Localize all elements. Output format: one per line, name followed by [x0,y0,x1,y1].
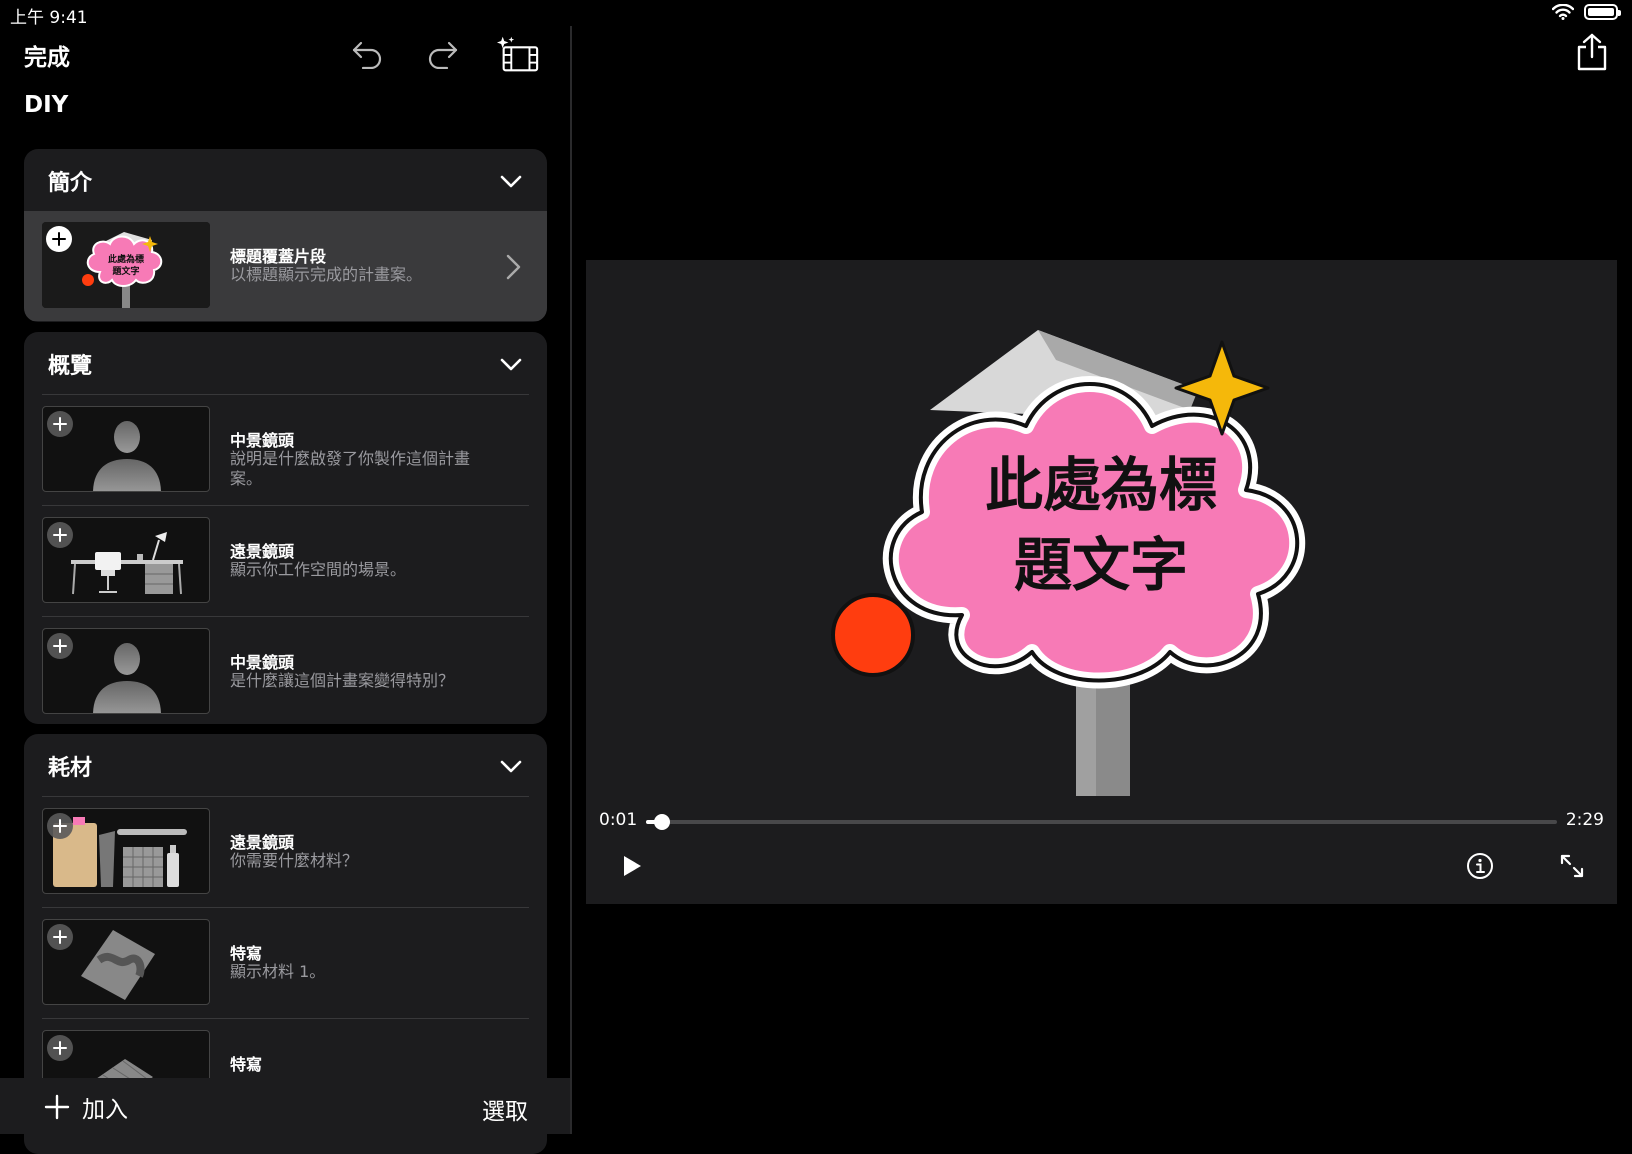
magic-movie-icon [496,36,539,72]
add-clip-button[interactable] [47,924,73,950]
section-header-overview[interactable]: 概覽 [24,332,547,394]
magic-movie-button[interactable] [496,32,540,76]
add-clip-button[interactable] [46,226,72,252]
add-clip-button[interactable] [47,522,73,548]
section-title: 概覽 [48,354,93,379]
clip-title: 特寫 [230,944,263,963]
playback-controls: 0:01 2:29 [586,796,1617,904]
clip-row-closeup-1[interactable]: 特寫 顯示材料 1。 [24,908,547,1018]
clip-row-medium-shot[interactable]: 中景鏡頭 說明是什麼啟發了你製作這個計畫案。 [24,395,547,505]
svg-text:此處為標: 此處為標 [108,253,144,265]
total-time: 2:29 [1565,810,1604,830]
redo-icon [428,41,458,69]
clip-row-supplies-wide[interactable]: 遠景鏡頭 你需要什麼材料？ [24,797,547,907]
chevron-down-icon [500,175,522,188]
clip-description: 以標題顯示完成的計畫案。 [230,265,423,284]
add-clip-button[interactable] [47,411,73,437]
undo-icon [352,41,382,69]
plus-icon [53,417,67,431]
clip-title: 遠景鏡頭 [230,833,295,852]
clip-title: 中景鏡頭 [230,431,295,450]
status-indicators [1552,4,1621,20]
plus-icon [44,1094,70,1120]
add-label: 加入 [82,1097,128,1123]
scrubber-knob[interactable] [654,814,670,830]
clip-thumbnail [42,628,210,714]
add-clip-button[interactable] [47,633,73,659]
done-button[interactable]: 完成 [24,38,70,72]
plus-icon [53,528,67,542]
clip-row-wide-shot[interactable]: 遠景鏡頭 顯示你工作空間的場景。 [24,506,547,616]
chevron-down-icon [500,760,522,773]
plus-icon [52,232,66,246]
play-button[interactable] [612,846,652,886]
status-bar: 上午 9:41 [0,0,1632,28]
title-card-preview: 此處為標 題文字 [831,330,1306,796]
status-time: 上午 9:41 [10,8,88,28]
fullscreen-button[interactable] [1552,846,1592,886]
clip-row-medium-shot-2[interactable]: 中景鏡頭 是什麼讓這個計畫案變得特別？ [24,617,547,724]
section-title: 簡介 [48,171,93,196]
split-divider[interactable] [570,26,572,1134]
video-preview[interactable]: 此處為標 題文字 [586,260,1617,796]
clip-row-title-overlay[interactable]: 此處為標 題文字 標題覆蓋片段 以標題顯示完成的計畫案。 [24,211,547,321]
chevron-right-icon [506,254,521,280]
storyboard-sidebar: 完成 DIY 簡介 此處為標 題文字 標題覆蓋片段 以標題顯示完成的計畫案。 概… [0,26,570,1154]
bottom-toolbar: 加入 選取 [0,1078,570,1134]
info-button[interactable] [1460,846,1500,886]
section-title: 耗材 [48,756,93,781]
clip-description: 說明是什麼啟發了你製作這個計畫案。 [230,449,471,488]
preview-title-line2: 題文字 [1014,531,1188,599]
plus-icon [53,930,67,944]
clip-description: 顯示你工作空間的場景。 [230,560,407,579]
clip-description: 是什麼讓這個計畫案變得特別？ [230,671,455,690]
clip-title: 特寫 [230,1055,263,1074]
clip-title: 標題覆蓋片段 [230,247,327,266]
info-icon [1467,853,1493,879]
clip-thumbnail [42,919,210,1005]
clip-thumbnail [42,808,210,894]
clip-thumbnail [42,406,210,492]
svg-text:題文字: 題文字 [112,265,139,277]
add-button[interactable]: 加入 [44,1090,128,1124]
wifi-icon [1552,4,1574,20]
share-icon [1577,33,1607,71]
preview-title-line1: 此處為標 [985,451,1217,519]
clip-thumbnail: 此處為標 題文字 [42,222,210,308]
clip-title: 中景鏡頭 [230,653,295,672]
project-title: DIY [24,92,69,118]
section-header-intro[interactable]: 簡介 [24,149,547,211]
add-clip-button[interactable] [47,1035,73,1061]
battery-icon [1584,4,1621,20]
section-header-supplies[interactable]: 耗材 [24,734,547,796]
select-button[interactable]: 選取 [482,1092,528,1126]
fullscreen-icon [1560,854,1584,878]
scrubber-track[interactable] [646,814,1557,830]
plus-icon [53,1041,67,1055]
add-clip-button[interactable] [47,813,73,839]
current-time: 0:01 [599,810,638,830]
clip-description: 顯示材料 1。 [230,962,326,981]
redo-button[interactable] [420,32,464,76]
play-icon [624,856,641,876]
undo-button[interactable] [346,32,390,76]
plus-icon [53,819,67,833]
plus-icon [53,639,67,653]
clip-title: 遠景鏡頭 [230,542,295,561]
share-button[interactable] [1570,30,1614,74]
clip-description: 你需要什麼材料？ [230,851,359,870]
section-overview: 概覽 中景鏡頭 說明是什麼啟發了你製作這個計畫案。 遠景鏡頭 顯示你工作空間的場… [24,332,547,724]
chevron-down-icon [500,358,522,371]
section-intro: 簡介 此處為標 題文字 標題覆蓋片段 以標題顯示完成的計畫案。 [24,149,547,322]
clip-thumbnail [42,517,210,603]
